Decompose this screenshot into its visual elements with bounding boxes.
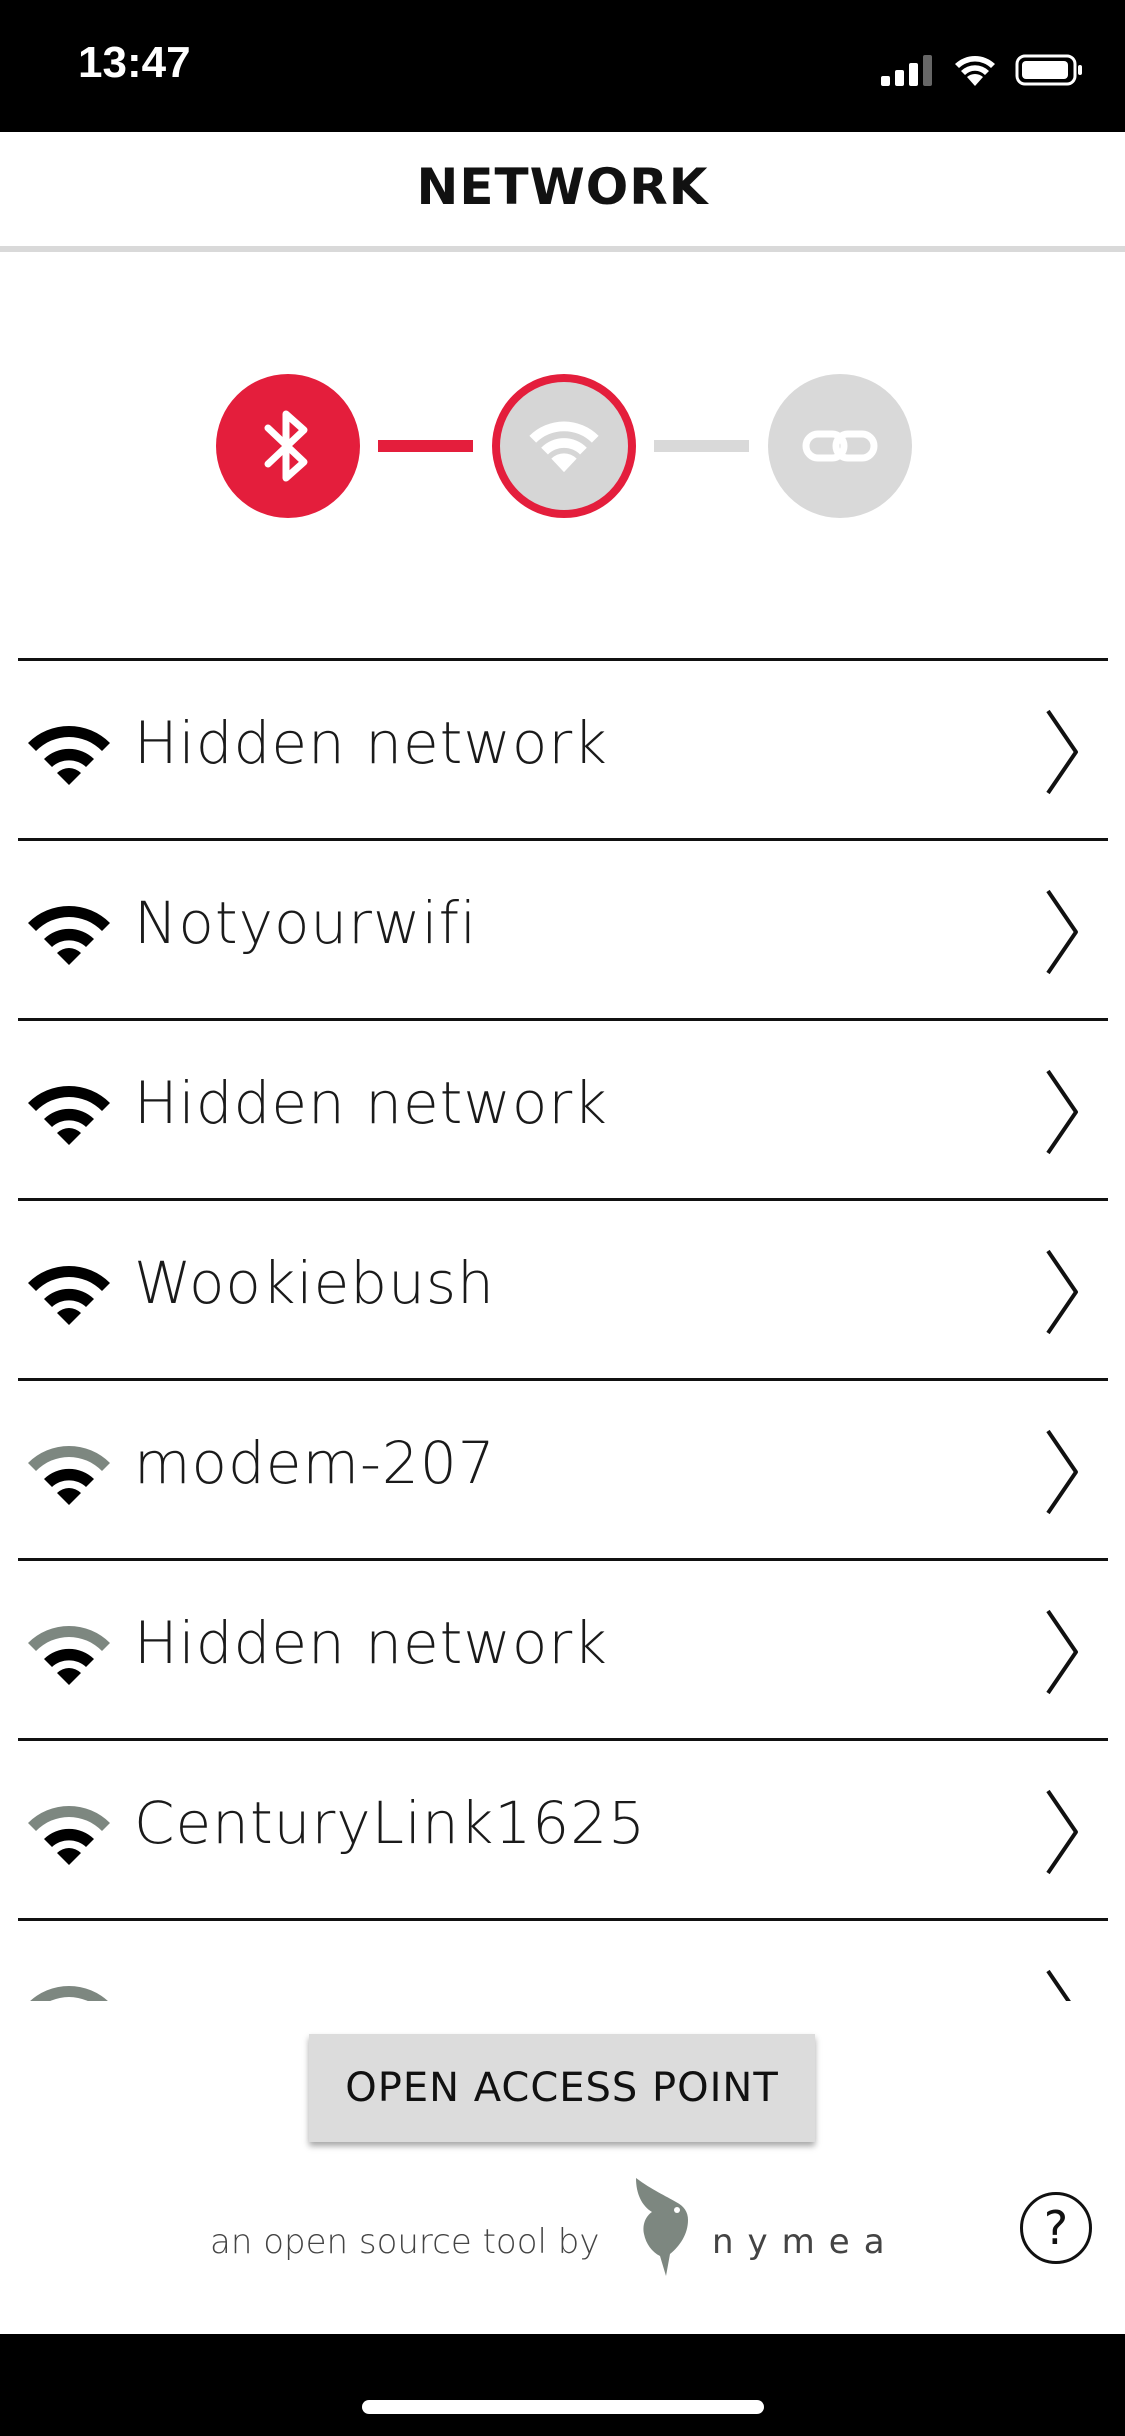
- step-link: [768, 374, 912, 518]
- chevron-right-icon: [1046, 1249, 1078, 1335]
- network-row[interactable]: Wookiebush: [18, 1201, 1108, 1381]
- chevron-right-icon: [1046, 1789, 1078, 1875]
- cellular-signal-icon: [881, 55, 932, 86]
- network-row[interactable]: Hidden network: [18, 1021, 1108, 1201]
- wifi-signal-icon: [28, 1626, 110, 1685]
- chevron-right-icon: [1046, 889, 1078, 975]
- wifi-icon: [955, 56, 995, 86]
- network-row[interactable]: Notyourwifi: [18, 841, 1108, 1021]
- page-title: NETWORK: [416, 158, 709, 216]
- battery-icon: [1015, 54, 1082, 86]
- network-row[interactable]: CenturyLink1625: [18, 1741, 1108, 1921]
- network-list[interactable]: Hidden network Notyourwifi Hidden network W…: [18, 658, 1108, 2001]
- network-row[interactable]: Hidden network: [18, 661, 1108, 841]
- wifi-icon: [529, 421, 599, 473]
- network-name: CenturyLink1625: [134, 1789, 646, 1857]
- nymea-logo-icon[interactable]: [622, 2172, 698, 2276]
- network-row[interactable]: Hidden network: [18, 1561, 1108, 1741]
- open-access-point-button[interactable]: OPEN ACCESS POINT: [309, 2034, 815, 2142]
- network-name: Hidden network: [134, 1609, 608, 1677]
- bluetooth-icon: [264, 410, 308, 482]
- footer-brand: nymea: [712, 2222, 899, 2262]
- network-name: Hidden network: [134, 709, 608, 777]
- status-time: 13:47: [78, 38, 191, 87]
- wifi-signal-icon: [28, 906, 110, 965]
- network-row[interactable]: [18, 1921, 1108, 2001]
- chevron-right-icon: [1046, 1429, 1078, 1515]
- network-name: Hidden network: [134, 1069, 608, 1137]
- wifi-signal-icon: [28, 1806, 110, 1865]
- network-name: Wookiebush: [134, 1249, 495, 1317]
- network-name: Notyourwifi: [134, 889, 478, 957]
- status-bar: 13:47: [0, 0, 1125, 132]
- wifi-signal-icon: [28, 1086, 110, 1145]
- network-row[interactable]: modem-207: [18, 1381, 1108, 1561]
- step-bluetooth: [216, 374, 360, 518]
- chevron-right-icon: [1046, 1609, 1078, 1695]
- network-name: modem-207: [134, 1429, 496, 1497]
- wifi-signal-icon: [30, 1986, 108, 2001]
- link-icon: [802, 430, 878, 462]
- wifi-signal-icon: [28, 1266, 110, 1325]
- home-indicator[interactable]: [362, 2400, 764, 2414]
- footer-tagline: an open source tool by: [210, 2222, 600, 2262]
- step-wifi: [492, 374, 636, 518]
- chevron-right-icon: [1046, 1069, 1078, 1155]
- step-connector-1: [378, 440, 473, 452]
- step-connector-2: [654, 440, 749, 452]
- home-indicator-area: [0, 2334, 1125, 2436]
- status-icons: [881, 50, 1085, 90]
- chevron-right-icon: [1046, 1969, 1071, 2001]
- chevron-right-icon: [1046, 709, 1078, 795]
- wifi-signal-icon: [28, 726, 110, 785]
- wifi-signal-icon: [28, 1446, 110, 1505]
- header: NETWORK: [0, 132, 1125, 252]
- help-button[interactable]: ?: [1020, 2192, 1092, 2264]
